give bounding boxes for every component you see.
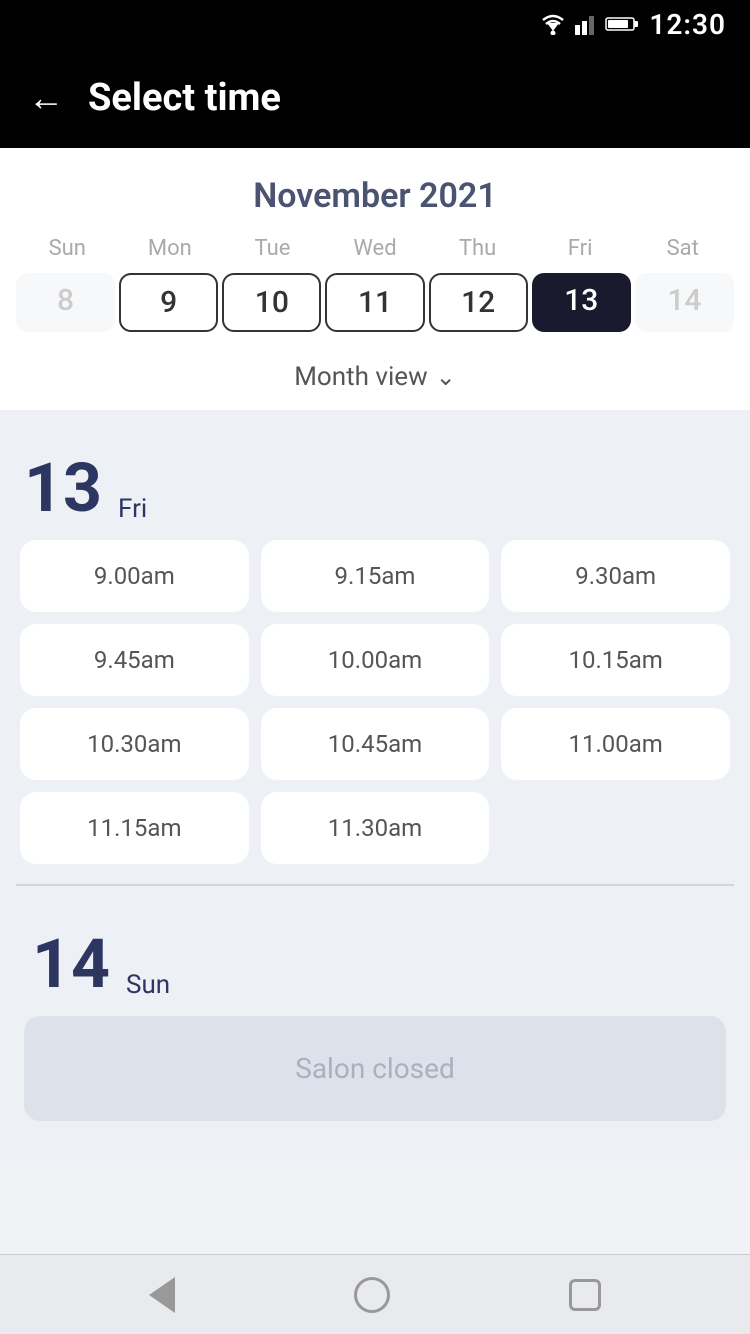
day-cell-12[interactable]: 12 (429, 273, 528, 332)
weekday-fri: Fri (529, 236, 632, 261)
nav-bar (0, 1254, 750, 1334)
status-time: 12:30 (649, 8, 726, 41)
day-cell-14: 14 (635, 273, 734, 332)
time-slot[interactable]: 10.30am (20, 708, 249, 780)
header: ← Select time (0, 48, 750, 148)
chevron-down-icon: ⌄ (436, 363, 456, 391)
month-view-label: Month view (294, 362, 427, 392)
time-slot[interactable]: 9.00am (20, 540, 249, 612)
day-cell-8: 8 (16, 273, 115, 332)
day-group-14: 14 Sun Salon closed (16, 886, 734, 1141)
page-title: Select time (88, 76, 281, 120)
time-slot[interactable]: 9.30am (501, 540, 730, 612)
time-slot[interactable]: 10.15am (501, 624, 730, 696)
wifi-icon (539, 13, 567, 35)
nav-home-button[interactable] (354, 1277, 390, 1313)
time-slot[interactable]: 9.45am (20, 624, 249, 696)
week-row: 891011121314 (16, 273, 734, 348)
weekday-sun: Sun (16, 236, 119, 261)
time-slot[interactable]: 9.15am (261, 540, 490, 612)
time-slot[interactable]: 11.00am (501, 708, 730, 780)
salon-closed-label: Salon closed (295, 1052, 455, 1085)
signal-icon (575, 13, 597, 35)
salon-closed-card: Salon closed (24, 1016, 726, 1121)
home-circle-icon (354, 1277, 390, 1313)
day-header-14: 14 Sun (24, 906, 726, 1016)
time-slot[interactable]: 10.45am (261, 708, 490, 780)
calendar-section: November 2021 Sun Mon Tue Wed Thu Fri Sa… (0, 148, 750, 410)
day-name-fri: Fri (118, 454, 147, 524)
day-cell-13[interactable]: 13 (532, 273, 631, 332)
day-header-13: 13 Fri (16, 430, 734, 540)
weekday-sat: Sat (631, 236, 734, 261)
time-slot[interactable]: 11.15am (20, 792, 249, 864)
recents-square-icon (569, 1279, 601, 1311)
time-slot[interactable]: 11.30am (261, 792, 490, 864)
weekdays-row: Sun Mon Tue Wed Thu Fri Sat (16, 236, 734, 261)
status-icons (539, 13, 639, 35)
nav-recents-button[interactable] (569, 1279, 601, 1311)
back-triangle-icon (149, 1277, 175, 1313)
day-number-14: 14 (32, 930, 110, 998)
back-button[interactable]: ← (28, 80, 64, 116)
day-cell-11[interactable]: 11 (325, 273, 424, 332)
time-grid-13: 9.00am 9.15am 9.30am 9.45am 10.00am 10.1… (16, 540, 734, 884)
weekday-tue: Tue (221, 236, 324, 261)
day-group-13: 13 Fri 9.00am 9.15am 9.30am 9.45am 10.00… (16, 430, 734, 884)
timeslots-section: 13 Fri 9.00am 9.15am 9.30am 9.45am 10.00… (0, 410, 750, 1161)
day-cell-10[interactable]: 10 (222, 273, 321, 332)
day-cell-9[interactable]: 9 (119, 273, 218, 332)
weekday-mon: Mon (119, 236, 222, 261)
day-number-13: 13 (24, 454, 102, 522)
month-view-toggle[interactable]: Month view ⌄ (16, 348, 734, 410)
weekday-wed: Wed (324, 236, 427, 261)
nav-back-button[interactable] (149, 1277, 175, 1313)
month-title: November 2021 (16, 176, 734, 216)
battery-icon (605, 15, 639, 33)
time-slot[interactable]: 10.00am (261, 624, 490, 696)
weekday-thu: Thu (426, 236, 529, 261)
status-bar: 12:30 (0, 0, 750, 48)
day-name-sun: Sun (126, 930, 170, 1000)
